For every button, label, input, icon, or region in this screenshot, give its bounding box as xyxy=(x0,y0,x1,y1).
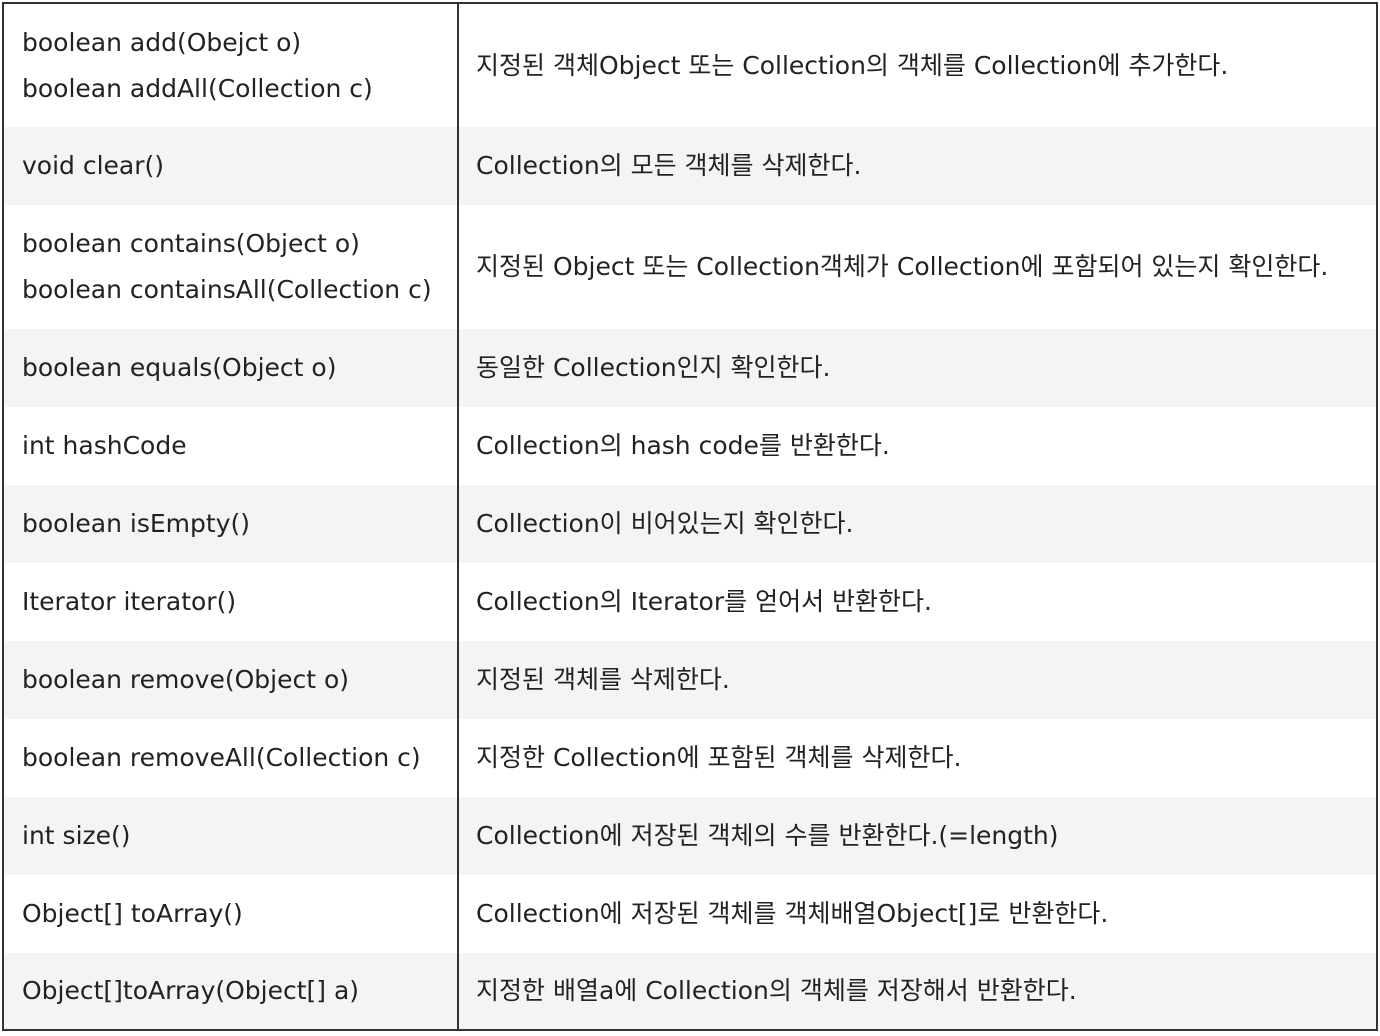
method-signature: void clear() xyxy=(22,151,165,180)
table-row: Object[] toArray() Collection에 저장된 객체를 객… xyxy=(3,875,1377,953)
table-row: boolean removeAll(Collection c) 지정한 Coll… xyxy=(3,719,1377,797)
description-cell: Collection에 저장된 객체의 수를 반환한다.(=length) xyxy=(476,821,1059,850)
method-signature: boolean containsAll(Collection c) xyxy=(22,275,432,304)
table-row: int size() Collection에 저장된 객체의 수를 반환한다.(… xyxy=(3,797,1377,875)
table-row: Object[]toArray(Object[] a) 지정한 배열a에 Col… xyxy=(3,953,1377,1030)
method-cell: boolean removeAll(Collection c) xyxy=(3,719,459,797)
method-signature: boolean add(Obejct o) xyxy=(22,27,302,57)
method-cell: Object[] toArray() xyxy=(3,875,459,953)
table-row: boolean add(Obejct o) boolean addAll(Col… xyxy=(3,3,1377,127)
table-row: boolean contains(Object o) boolean conta… xyxy=(3,205,1377,329)
method-cell: void clear() xyxy=(3,127,459,205)
table-row: boolean remove(Object o) 지정된 객체를 삭제한다. xyxy=(3,641,1377,719)
method-signature: boolean removeAll(Collection c) xyxy=(22,743,421,772)
method-signature: Object[] toArray() xyxy=(22,899,243,928)
description-cell: 지정된 객체Object 또는 Collection의 객체를 Collecti… xyxy=(476,50,1229,80)
method-signature: Iterator iterator() xyxy=(22,587,237,616)
table-row: void clear() Collection의 모든 객체를 삭제한다. xyxy=(3,127,1377,205)
method-cell: boolean equals(Object o) xyxy=(3,329,459,407)
method-signature: boolean isEmpty() xyxy=(22,509,250,538)
collection-methods-table: boolean add(Obejct o) boolean addAll(Col… xyxy=(2,2,1378,1031)
method-signature: Object[]toArray(Object[] a) xyxy=(22,976,360,1005)
method-signature: boolean equals(Object o) xyxy=(22,353,337,382)
method-signature: boolean contains(Object o) xyxy=(22,229,360,258)
description-cell: Collection의 모든 객체를 삭제한다. xyxy=(476,151,862,180)
method-cell: Object[]toArray(Object[] a) xyxy=(3,953,459,1030)
method-cell: Iterator iterator() xyxy=(3,563,459,641)
description-cell: 지정된 Object 또는 Collection객체가 Collection에 … xyxy=(476,252,1329,281)
description-cell: Collection이 비어있는지 확인한다. xyxy=(476,509,854,538)
description-cell: Collection에 저장된 객체를 객체배열Object[]로 반환한다. xyxy=(476,899,1109,928)
table-row: Iterator iterator() Collection의 Iterator… xyxy=(3,563,1377,641)
table-row: int hashCode Collection의 hash code를 반환한다… xyxy=(3,407,1377,485)
description-cell: Collection의 hash code를 반환한다. xyxy=(476,431,890,460)
method-cell: int size() xyxy=(3,797,459,875)
method-signature: boolean addAll(Collection c) xyxy=(22,73,373,103)
method-signature: int size() xyxy=(22,821,131,850)
description-cell: Collection의 Iterator를 얻어서 반환한다. xyxy=(476,587,932,616)
document-page: boolean add(Obejct o) boolean addAll(Col… xyxy=(0,0,1380,1036)
table-row: boolean equals(Object o) 동일한 Collection인… xyxy=(3,329,1377,407)
description-cell: 동일한 Collection인지 확인한다. xyxy=(476,353,831,382)
method-signature: boolean remove(Object o) xyxy=(22,665,350,694)
description-cell: 지정한 Collection에 포함된 객체를 삭제한다. xyxy=(476,743,962,772)
method-cell: int hashCode xyxy=(3,407,459,485)
method-cell: boolean remove(Object o) xyxy=(3,641,459,719)
description-cell: 지정한 배열a에 Collection의 객체를 저장해서 반환한다. xyxy=(476,976,1077,1005)
method-cell: boolean add(Obejct o) boolean addAll(Col… xyxy=(3,3,459,127)
method-cell: boolean contains(Object o) boolean conta… xyxy=(3,205,459,329)
table-row: boolean isEmpty() Collection이 비어있는지 확인한다… xyxy=(3,485,1377,563)
method-cell: boolean isEmpty() xyxy=(3,485,459,563)
method-signature: int hashCode xyxy=(22,431,187,460)
description-cell: 지정된 객체를 삭제한다. xyxy=(476,665,730,694)
